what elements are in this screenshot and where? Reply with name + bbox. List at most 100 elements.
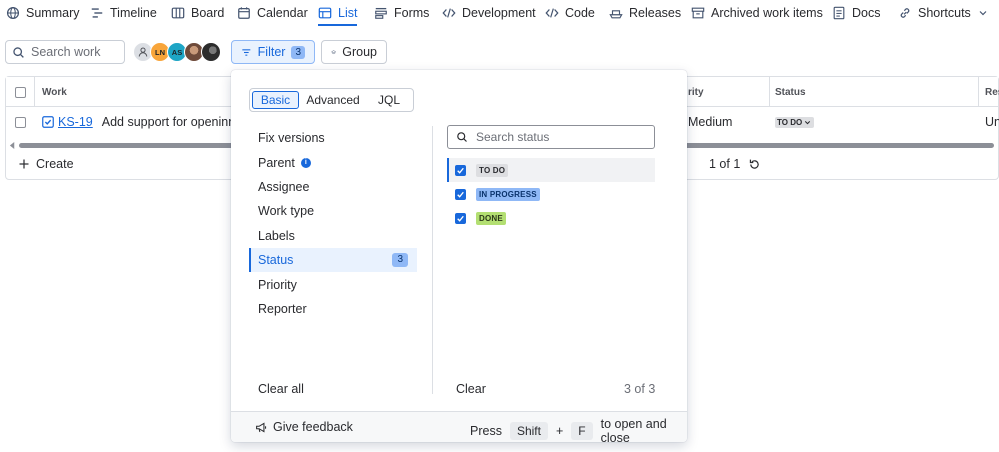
field-labels[interactable]: Labels — [249, 224, 417, 248]
search-work[interactable] — [5, 40, 125, 64]
list-icon — [318, 7, 332, 19]
megaphone-icon — [256, 422, 267, 432]
search-icon — [13, 46, 24, 58]
row-checkbox[interactable] — [15, 117, 26, 128]
board-icon — [171, 7, 185, 19]
tab-label: Releases — [629, 6, 682, 20]
column-header-resolution[interactable]: Res — [985, 77, 999, 107]
project-nav: Summary Timeline Board Calendar List For… — [0, 0, 999, 26]
plus-icon — [19, 159, 29, 169]
tab-timeline[interactable]: Timeline — [90, 0, 157, 26]
hint-press: Press — [470, 424, 502, 438]
status-option-to-do[interactable]: TO DO — [447, 158, 655, 182]
field-label: Reporter — [258, 301, 307, 316]
status-option-done[interactable]: DONE — [447, 206, 655, 230]
status-option-in-progress[interactable]: IN PROGRESS — [447, 182, 655, 206]
tab-development[interactable]: Development — [442, 0, 536, 26]
feedback-label: Give feedback — [273, 420, 353, 434]
link-icon — [900, 8, 910, 18]
field-assignee[interactable]: Assignee — [249, 175, 417, 199]
group-label: Group — [342, 45, 377, 59]
filter-label: Filter — [257, 45, 286, 59]
tab-forms[interactable]: Forms — [374, 0, 429, 26]
field-label: Work type — [258, 204, 315, 219]
field-reporter[interactable]: Reporter — [249, 297, 417, 321]
clear-button[interactable]: Clear — [456, 382, 486, 396]
archive-icon — [691, 7, 705, 19]
filter-button[interactable]: Filter 3 — [231, 40, 315, 64]
tab-code[interactable]: Code — [545, 0, 595, 26]
field-label: Labels — [258, 228, 295, 243]
tab-label: Shortcuts — [918, 6, 971, 20]
tab-shortcuts[interactable]: Shortcuts — [898, 0, 989, 26]
field-label: Status — [258, 253, 294, 268]
priority-value[interactable]: Medium — [688, 115, 732, 129]
filter-field-list: Fix versions Parent i Assignee Work type … — [249, 126, 417, 321]
hint-plus: + — [555, 424, 564, 438]
person-icon — [138, 47, 148, 57]
key-shift: Shift — [509, 422, 548, 440]
checkbox-checked[interactable] — [455, 188, 466, 200]
field-label: Parent — [258, 155, 295, 170]
mode-advanced[interactable]: Advanced — [299, 91, 367, 109]
mode-jql[interactable]: JQL — [367, 91, 411, 109]
scroll-left-icon[interactable] — [9, 142, 16, 149]
work-item-key[interactable]: KS-19 — [58, 115, 93, 129]
popup-footer: Give feedback Press Shift + F to open an… — [231, 411, 687, 445]
tab-label: Timeline — [110, 6, 157, 20]
search-input[interactable] — [31, 45, 121, 59]
tab-calendar[interactable]: Calendar — [237, 0, 308, 26]
task-icon — [42, 116, 54, 128]
info-icon[interactable]: i — [300, 157, 311, 168]
field-fix-versions[interactable]: Fix versions — [249, 126, 417, 150]
status-dropdown[interactable]: TO DO — [775, 117, 815, 128]
avatar-initials: LN — [155, 47, 165, 57]
pager-text: 1 of 1 — [709, 157, 741, 171]
tab-summary[interactable]: Summary — [6, 0, 79, 26]
status-search-input[interactable] — [476, 130, 646, 144]
group-button[interactable]: Group — [321, 40, 387, 64]
filter-popup: Basic Advanced JQL Fix versions Parent i … — [231, 70, 687, 445]
checkbox-checked[interactable] — [455, 164, 466, 176]
chevron-down-icon[interactable] — [977, 7, 989, 19]
globe-icon — [6, 6, 20, 20]
avatar-photo[interactable] — [201, 42, 221, 62]
column-header-work[interactable]: Work — [42, 77, 67, 107]
status-lozenge: DONE — [476, 211, 506, 225]
avatar-initials: AS — [171, 47, 183, 57]
field-status[interactable]: Status 3 — [249, 247, 417, 273]
field-label: Fix versions — [258, 131, 325, 146]
tab-label: Board — [191, 6, 225, 20]
tab-list[interactable]: List — [318, 0, 358, 26]
checkbox-checked[interactable] — [455, 212, 466, 224]
field-parent[interactable]: Parent i — [249, 150, 417, 174]
tab-archived-work-items[interactable]: Archived work items — [691, 0, 823, 26]
field-work-type[interactable]: Work type — [249, 199, 417, 223]
work-item-summary[interactable]: Add support for openinnew — [102, 115, 251, 129]
pagination: 1 of 1 — [709, 157, 761, 171]
field-label: Priority — [258, 277, 297, 292]
tab-label: List — [338, 6, 358, 20]
refresh-icon[interactable] — [748, 158, 761, 171]
tab-board[interactable]: Board — [171, 0, 224, 26]
search-icon — [457, 132, 467, 142]
chevron-down-icon — [805, 121, 811, 125]
filter-count-badge: 3 — [291, 45, 305, 59]
create-button[interactable]: Create — [18, 157, 74, 171]
status-search[interactable] — [447, 125, 655, 149]
tab-releases[interactable]: Releases — [609, 0, 681, 26]
tab-label: Development — [462, 6, 536, 20]
clear-all-button[interactable]: Clear all — [258, 382, 304, 396]
tab-docs[interactable]: Docs — [832, 0, 880, 26]
column-header-status[interactable]: Status — [775, 77, 806, 107]
tab-label: Code — [565, 6, 595, 20]
give-feedback-button[interactable]: Give feedback — [255, 420, 353, 434]
ship-icon — [609, 10, 623, 19]
field-priority[interactable]: Priority — [249, 272, 417, 296]
tab-label: Archived work items — [711, 6, 823, 20]
select-all-checkbox[interactable] — [15, 77, 26, 107]
key-f: F — [571, 422, 593, 440]
column-header-priority[interactable]: rity — [688, 77, 704, 107]
mode-basic[interactable]: Basic — [252, 91, 299, 109]
code-icon — [545, 8, 559, 18]
